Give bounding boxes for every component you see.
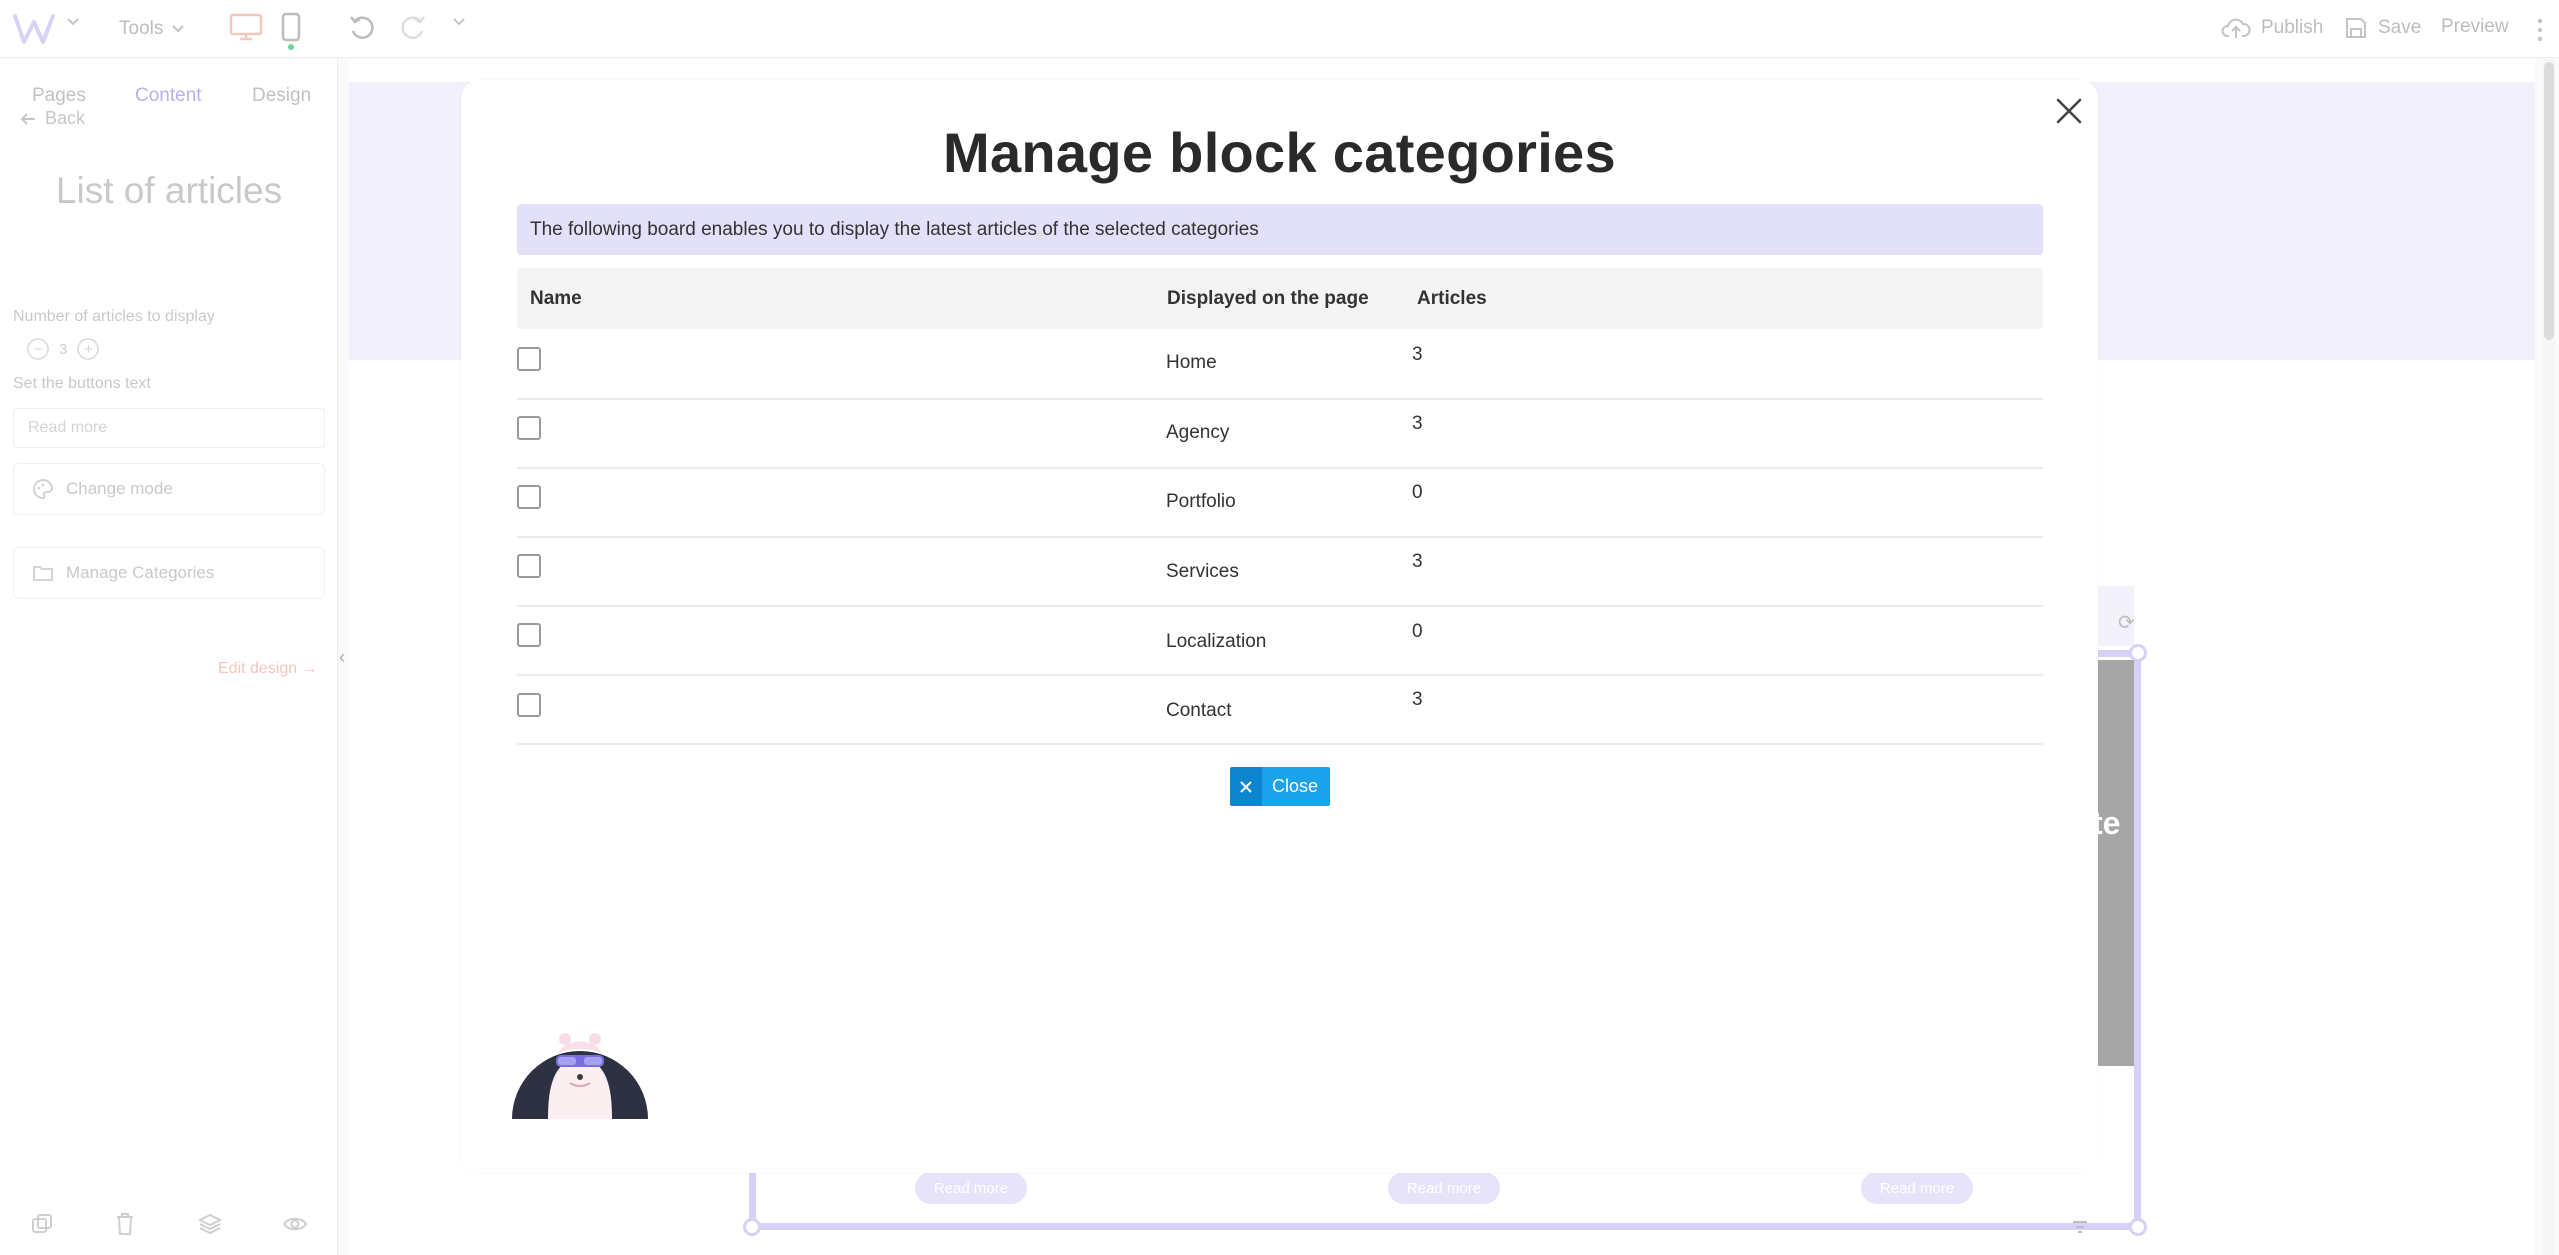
change-mode-label: Change mode bbox=[66, 479, 173, 498]
increment-button[interactable]: + bbox=[77, 338, 100, 360]
category-checkbox[interactable] bbox=[517, 485, 541, 509]
tab-design[interactable]: Design bbox=[252, 85, 311, 107]
mascot-illustration bbox=[510, 1025, 650, 1119]
page-cell: Portfolio bbox=[1166, 491, 1236, 512]
decrement-button[interactable]: − bbox=[27, 338, 49, 360]
edit-design-link[interactable]: Edit design → bbox=[218, 660, 318, 678]
category-checkbox[interactable] bbox=[517, 347, 541, 371]
articles-count-label: Number of articles to display bbox=[13, 308, 215, 325]
tab-content[interactable]: Content bbox=[135, 85, 202, 107]
undo-icon bbox=[350, 16, 374, 39]
articles-cell: 0 bbox=[1412, 621, 1423, 642]
read-more-button[interactable]: Read more bbox=[1388, 1172, 1500, 1204]
close-icon bbox=[1230, 767, 1262, 806]
articles-count-stepper: − 3 + bbox=[27, 338, 100, 360]
page-cell: Agency bbox=[1166, 422, 1230, 443]
manage-categories-label: Manage Categories bbox=[66, 563, 215, 582]
category-checkbox[interactable] bbox=[517, 623, 541, 647]
mobile-icon bbox=[281, 12, 301, 42]
publish-label: Publish bbox=[2261, 17, 2324, 38]
category-checkbox[interactable] bbox=[517, 693, 541, 717]
articles-cell: 3 bbox=[1412, 413, 1423, 434]
preview-button[interactable]: Preview bbox=[2441, 16, 2509, 38]
resize-handle[interactable] bbox=[2129, 1218, 2147, 1236]
page-cell: Contact bbox=[1166, 700, 1232, 721]
layers-icon[interactable] bbox=[197, 1212, 223, 1241]
table-row: Home 3 bbox=[517, 331, 2043, 400]
history-menu-button[interactable] bbox=[452, 17, 466, 27]
table-row: Services 3 bbox=[517, 538, 2043, 607]
manage-categories-button[interactable]: Manage Categories bbox=[13, 547, 325, 599]
scrollbar-thumb[interactable] bbox=[2544, 62, 2554, 340]
buttons-text-label: Set the buttons text bbox=[13, 375, 151, 392]
column-header-displayed-on: Displayed on the page bbox=[1167, 288, 1369, 309]
page-cell: Localization bbox=[1166, 631, 1267, 652]
chevron-down-icon bbox=[172, 25, 185, 33]
articles-cell: 3 bbox=[1412, 689, 1423, 710]
tab-pages[interactable]: Pages bbox=[32, 85, 86, 107]
logo-icon[interactable] bbox=[12, 12, 56, 46]
category-checkbox[interactable] bbox=[517, 554, 541, 578]
top-toolbar: Tools Publish Save Preview bbox=[0, 0, 2559, 58]
more-options-icon[interactable] bbox=[2537, 18, 2543, 42]
read-more-button[interactable]: Read more bbox=[1861, 1172, 1973, 1204]
refresh-icon[interactable]: ⟳ bbox=[2118, 610, 2135, 635]
tools-menu[interactable]: Tools bbox=[119, 14, 185, 44]
table-row: Agency 3 bbox=[517, 400, 2043, 469]
info-banner: The following board enables you to displ… bbox=[517, 204, 2043, 255]
articles-count-value: 3 bbox=[59, 340, 68, 358]
table-row: Portfolio 0 bbox=[517, 469, 2043, 538]
desktop-view-button[interactable] bbox=[228, 12, 264, 42]
redo-button[interactable] bbox=[398, 13, 428, 43]
folder-icon bbox=[33, 566, 53, 581]
arrow-left-icon bbox=[20, 112, 35, 125]
modal-title: Manage block categories bbox=[943, 121, 1616, 184]
left-panel: Pages Content Design Back List of articl… bbox=[0, 59, 338, 1255]
close-button[interactable]: Close bbox=[1230, 767, 1331, 806]
info-text: The following board enables you to displ… bbox=[530, 218, 1259, 240]
eye-icon[interactable] bbox=[282, 1214, 308, 1239]
articles-cell: 0 bbox=[1412, 482, 1423, 503]
buttons-text-input[interactable]: Read more bbox=[13, 408, 325, 448]
chevron-down-icon[interactable] bbox=[66, 17, 80, 27]
close-button-label: Close bbox=[1262, 767, 1331, 806]
resize-handle[interactable] bbox=[743, 1218, 761, 1236]
trash-icon[interactable] bbox=[114, 1212, 136, 1241]
table-header: Name Displayed on the page Articles bbox=[517, 268, 2043, 329]
cloud-upload-icon bbox=[2221, 18, 2251, 38]
read-more-button[interactable]: Read more bbox=[915, 1172, 1027, 1204]
articles-cell: 3 bbox=[1412, 344, 1423, 365]
articles-cell: 3 bbox=[1412, 551, 1423, 572]
undo-button[interactable] bbox=[347, 13, 377, 43]
preview-label: Preview bbox=[2441, 16, 2509, 37]
active-device-indicator bbox=[288, 44, 294, 50]
filter-icon[interactable] bbox=[2072, 1220, 2088, 1239]
panel-title: List of articles bbox=[55, 170, 283, 211]
publish-button[interactable]: Publish bbox=[2221, 16, 2323, 40]
back-link[interactable]: Back bbox=[19, 108, 85, 129]
back-label: Back bbox=[45, 108, 86, 128]
redo-icon bbox=[401, 16, 425, 39]
palette-icon bbox=[33, 479, 53, 499]
column-header-name: Name bbox=[530, 288, 582, 309]
change-mode-button[interactable]: Change mode bbox=[13, 463, 325, 515]
chevron-down-icon bbox=[453, 18, 465, 26]
save-label: Save bbox=[2378, 17, 2422, 38]
collapse-panel-icon[interactable]: ‹ bbox=[339, 647, 345, 668]
page-cell: Home bbox=[1166, 352, 1217, 373]
category-checkbox[interactable] bbox=[517, 416, 541, 440]
page-cell: Services bbox=[1166, 561, 1239, 582]
save-button[interactable]: Save bbox=[2344, 16, 2421, 40]
article-card-image bbox=[2098, 660, 2134, 1066]
table-row: Localization 0 bbox=[517, 607, 2043, 676]
table-row: Contact 3 bbox=[517, 676, 2043, 745]
mobile-view-button[interactable] bbox=[280, 12, 302, 42]
tools-label: Tools bbox=[119, 18, 164, 39]
desktop-icon bbox=[229, 13, 263, 41]
duplicate-icon[interactable] bbox=[30, 1212, 54, 1241]
save-icon bbox=[2346, 18, 2366, 38]
column-header-articles: Articles bbox=[1417, 288, 1487, 309]
